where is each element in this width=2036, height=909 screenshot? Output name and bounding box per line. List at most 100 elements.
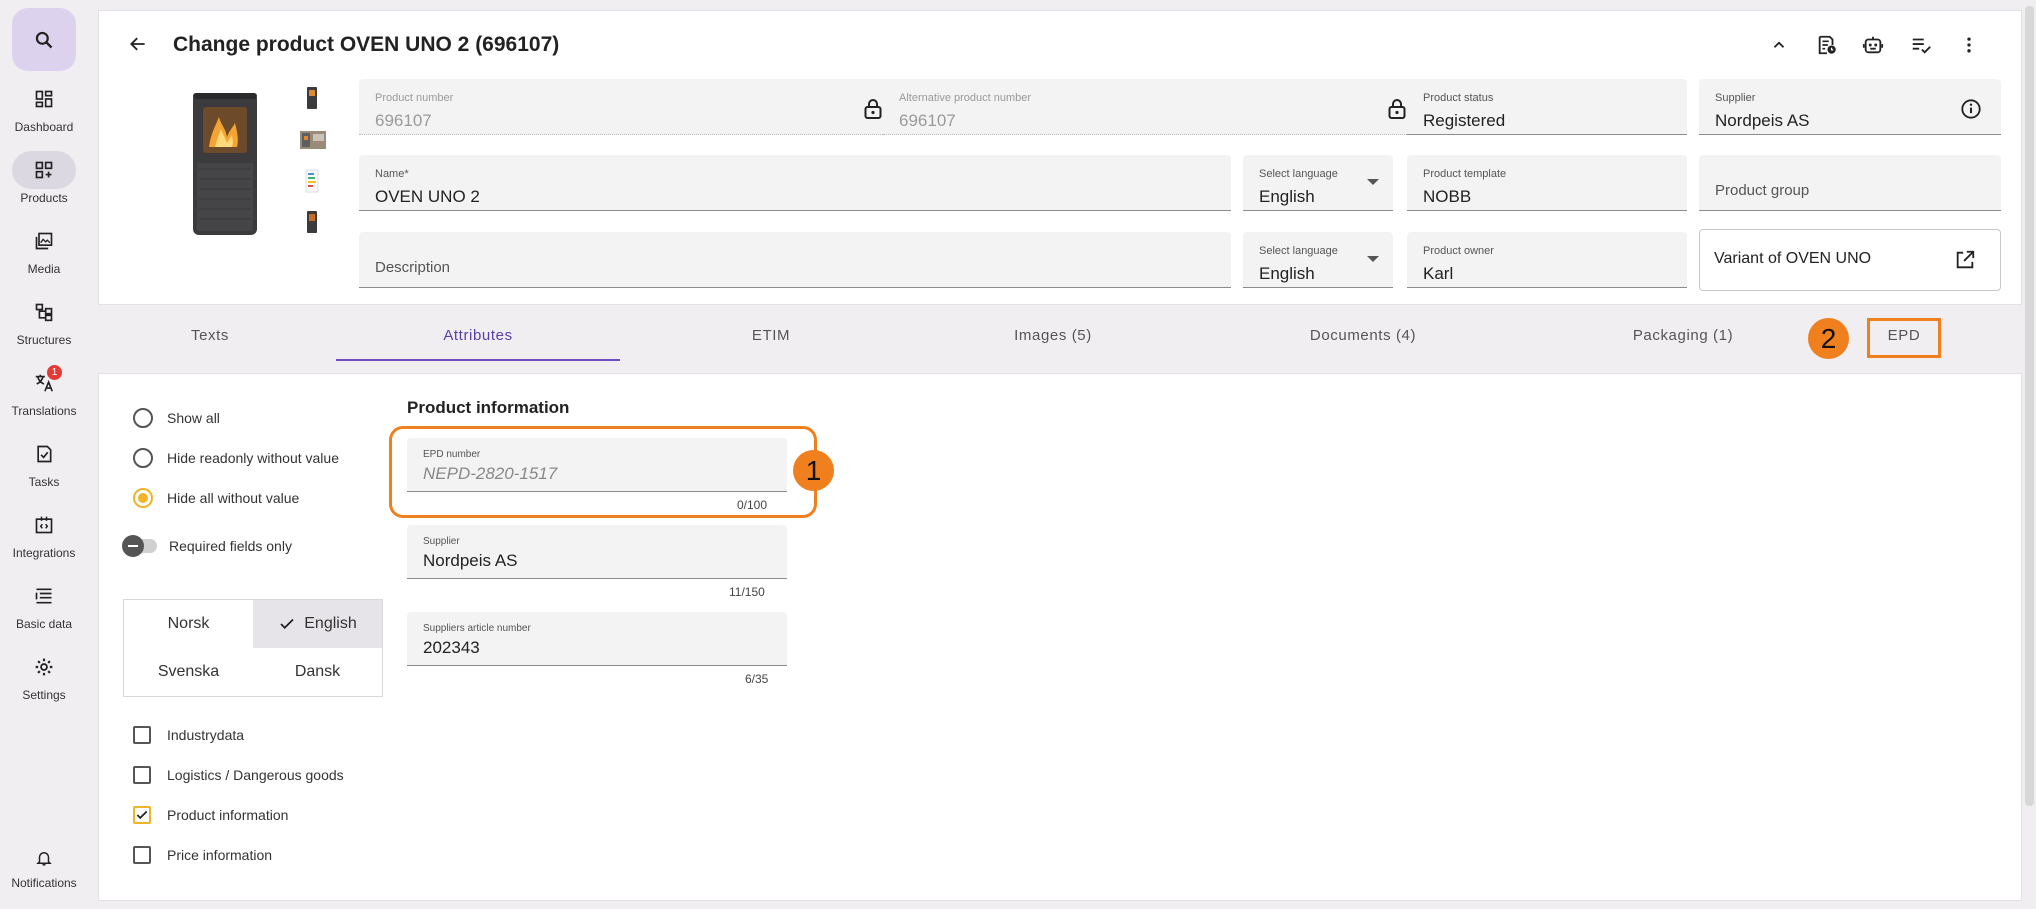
description-field[interactable]: Description [359,232,1231,288]
sidebar-item-basic-data[interactable]: Basic data [0,577,88,631]
media-icon [35,232,53,250]
group-logistics[interactable]: Logistics / Dangerous goods [133,766,344,784]
stove-thumbnail [307,211,317,233]
page-scrollbar[interactable] [2022,0,2036,909]
language-selector: Norsk English Svenska Dansk [123,599,383,697]
tab-packaging[interactable]: Packaging (1) [1538,306,1828,362]
language-dansk[interactable]: Dansk [253,648,382,696]
lock-icon [1385,97,1409,121]
tab-etim[interactable]: ETIM [666,306,876,362]
sidebar-item-media[interactable]: Media [0,222,88,276]
chevron-up-icon [1773,41,1785,48]
tab-images[interactable]: Images (5) [918,306,1188,362]
product-number-field: Product number 696107 [359,79,903,135]
basic-data-icon [35,588,52,604]
page-title: Change product OVEN UNO 2 (696107) [173,33,560,56]
stove-image [193,93,257,235]
check-icon [280,618,294,630]
suppliers-article-number-field[interactable]: Suppliers article number 202343 [407,612,787,666]
thumbnail-2[interactable] [299,127,327,153]
sidebar-item-label: Translations [11,404,77,418]
article-number-counter: 6/35 [745,672,769,686]
group-industrydata[interactable]: Industrydata [133,726,244,744]
checklist-button[interactable] [1907,31,1935,59]
name-field[interactable]: Name* OVEN UNO 2 [359,155,1231,211]
sidebar: Dashboard Products Media Structures 1 Tr… [0,0,88,909]
scrollbar-thumb[interactable] [2025,6,2034,806]
sidebar-item-notifications[interactable]: Notifications [0,842,88,890]
product-main-image[interactable] [163,87,287,251]
name-language-select[interactable]: Select language English [1243,155,1393,211]
alternative-product-number-field: Alternative product number 696107 [883,79,1427,135]
group-product-information[interactable]: Product information [133,806,288,824]
product-group-field[interactable]: Product group [1699,155,2001,211]
checkbox-icon [133,766,151,784]
checklist-icon [1912,38,1931,54]
tab-documents[interactable]: Documents (4) [1218,306,1508,362]
sidebar-item-label: Tasks [28,475,60,489]
callout-marker-1: 1 [793,450,834,491]
robot-icon [1862,36,1884,54]
title-row: Change product OVEN UNO 2 (696107) [99,11,2021,77]
checkbox-icon [133,726,151,744]
sidebar-item-label: Dashboard [14,120,74,134]
tab-attributes[interactable]: Attributes [336,306,620,362]
room-thumbnail [300,131,326,149]
open-in-new-icon[interactable] [1952,247,1978,273]
filter-show-all[interactable]: Show all [133,408,220,428]
more-menu-button[interactable] [1955,31,1983,59]
sidebar-item-products[interactable]: Products [0,151,88,205]
history-button[interactable] [1813,31,1841,59]
sidebar-item-label: Structures [16,333,72,347]
checkbox-checked-icon [133,806,151,824]
attributes-panel: Show all Hide readonly without value Hid… [98,373,2022,901]
robot-button[interactable] [1859,31,1887,59]
dashboard-icon [35,90,53,108]
language-svenska[interactable]: Svenska [124,648,253,696]
attribute-supplier-field[interactable]: Supplier Nordpeis AS [407,525,787,579]
stove-thumbnail [307,87,317,109]
filter-hide-readonly[interactable]: Hide readonly without value [133,448,339,468]
radio-icon [133,408,153,428]
language-english[interactable]: English [253,600,382,648]
product-template-field[interactable]: Product template NOBB [1407,155,1687,211]
language-norsk[interactable]: Norsk [124,600,253,648]
thumbnail-3[interactable] [299,168,325,194]
search-button[interactable] [12,8,76,71]
description-language-select[interactable]: Select language English [1243,232,1393,288]
thumbnail-1[interactable] [299,85,325,111]
tab-texts[interactable]: Texts [122,306,298,362]
sidebar-item-translations[interactable]: 1 Translations [0,364,88,418]
structures-icon [35,303,53,322]
gear-icon [35,658,53,676]
sidebar-item-dashboard[interactable]: Dashboard [0,80,88,134]
checkbox-icon [133,846,151,864]
epd-tab-highlight [1867,318,1941,358]
supplier-field[interactable]: Supplier Nordpeis AS [1699,79,2001,135]
supplier-counter: 11/150 [729,585,765,599]
product-owner-field[interactable]: Product owner Karl [1407,232,1687,288]
sidebar-item-label: Settings [22,688,66,702]
thumbnail-4[interactable] [299,209,325,235]
group-price-information[interactable]: Price information [133,846,272,864]
back-button[interactable] [125,31,151,57]
variant-link[interactable]: Variant of OVEN UNO [1699,229,2001,291]
info-icon[interactable] [1959,97,1983,121]
arrow-left-icon [130,37,145,51]
products-icon [35,161,53,179]
active-tab-indicator [336,359,620,361]
radio-checked-icon [133,488,153,508]
sidebar-item-settings[interactable]: Settings [0,648,88,702]
document-clock-icon [1818,35,1836,55]
sidebar-item-label: Integrations [12,546,76,560]
more-vertical-icon [1967,37,1971,53]
integrations-icon [35,516,53,534]
sidebar-item-tasks[interactable]: Tasks [0,435,88,489]
sidebar-item-integrations[interactable]: Integrations [0,506,88,560]
product-status-field[interactable]: Product status Registered [1407,79,1687,135]
collapse-button[interactable] [1765,31,1793,59]
required-fields-toggle[interactable]: Required fields only [122,535,292,557]
sidebar-item-structures[interactable]: Structures [0,293,88,347]
filter-hide-all[interactable]: Hide all without value [133,488,299,508]
radio-icon [133,448,153,468]
